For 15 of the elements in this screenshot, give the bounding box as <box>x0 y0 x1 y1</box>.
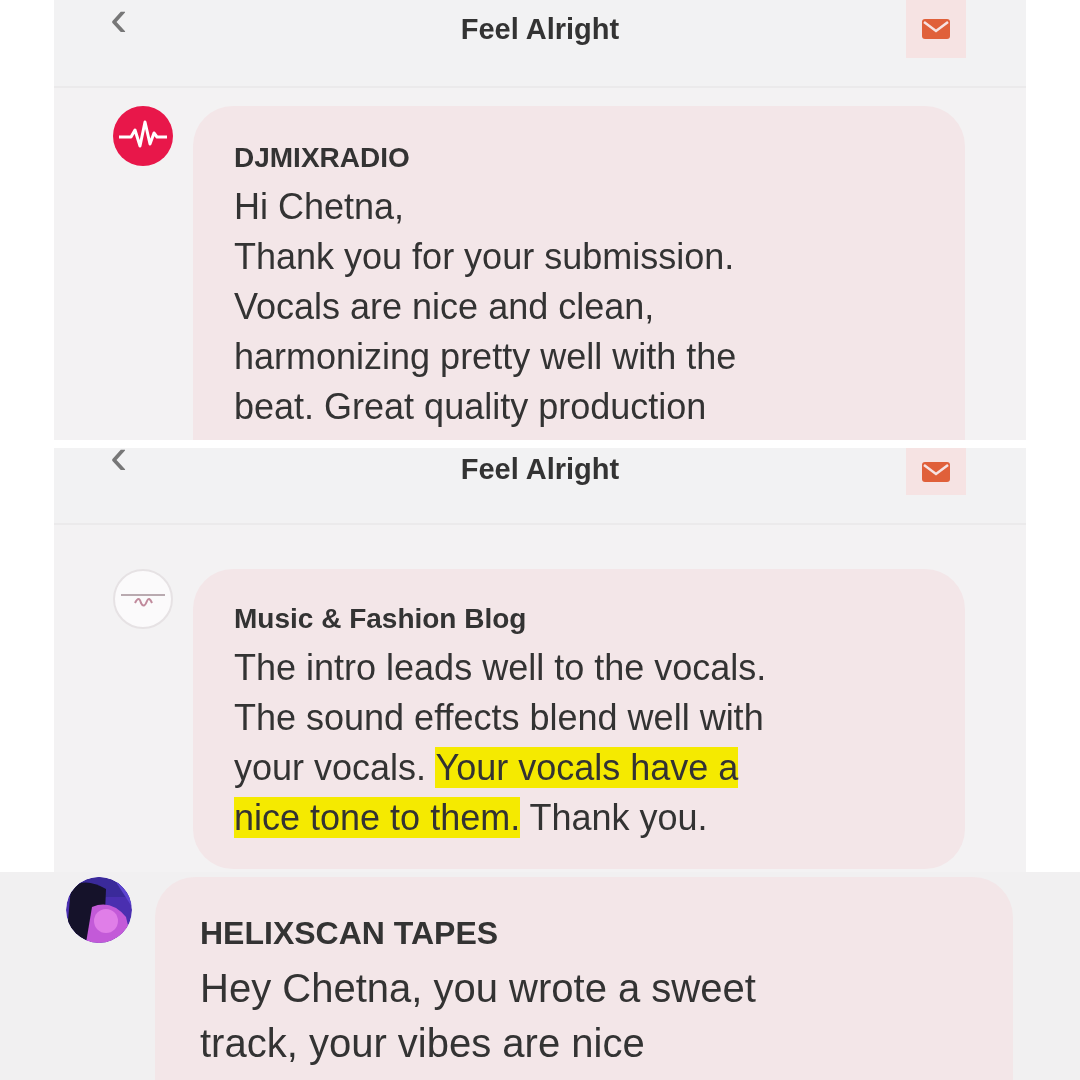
mail-icon <box>922 461 950 482</box>
message-text: Hey Chetna, you wrote a sweet track, your vibes are nice <box>200 965 756 1067</box>
pulse-logo-icon <box>113 106 173 166</box>
sender-name: Music & Fashion Blog <box>234 602 527 636</box>
mail-icon <box>922 19 950 39</box>
sender-name: HELIXSCAN TAPES <box>200 914 499 953</box>
mail-button[interactable] <box>906 448 966 495</box>
screen-title: Feel Alright <box>460 12 620 47</box>
message-text: Hi Chetna, Thank you for your submission. Vocals are nice and clean, harmonizing pretty well with the beat. Great quality production <box>234 185 737 429</box>
back-button[interactable]: ‹ <box>110 448 128 486</box>
back-button[interactable]: ‹ <box>110 0 128 48</box>
sender-name: DJMIXRADIO <box>234 141 410 175</box>
screen-title: Feel Alright <box>460 452 620 487</box>
mail-button[interactable] <box>906 0 966 58</box>
logo-icon <box>113 569 173 629</box>
